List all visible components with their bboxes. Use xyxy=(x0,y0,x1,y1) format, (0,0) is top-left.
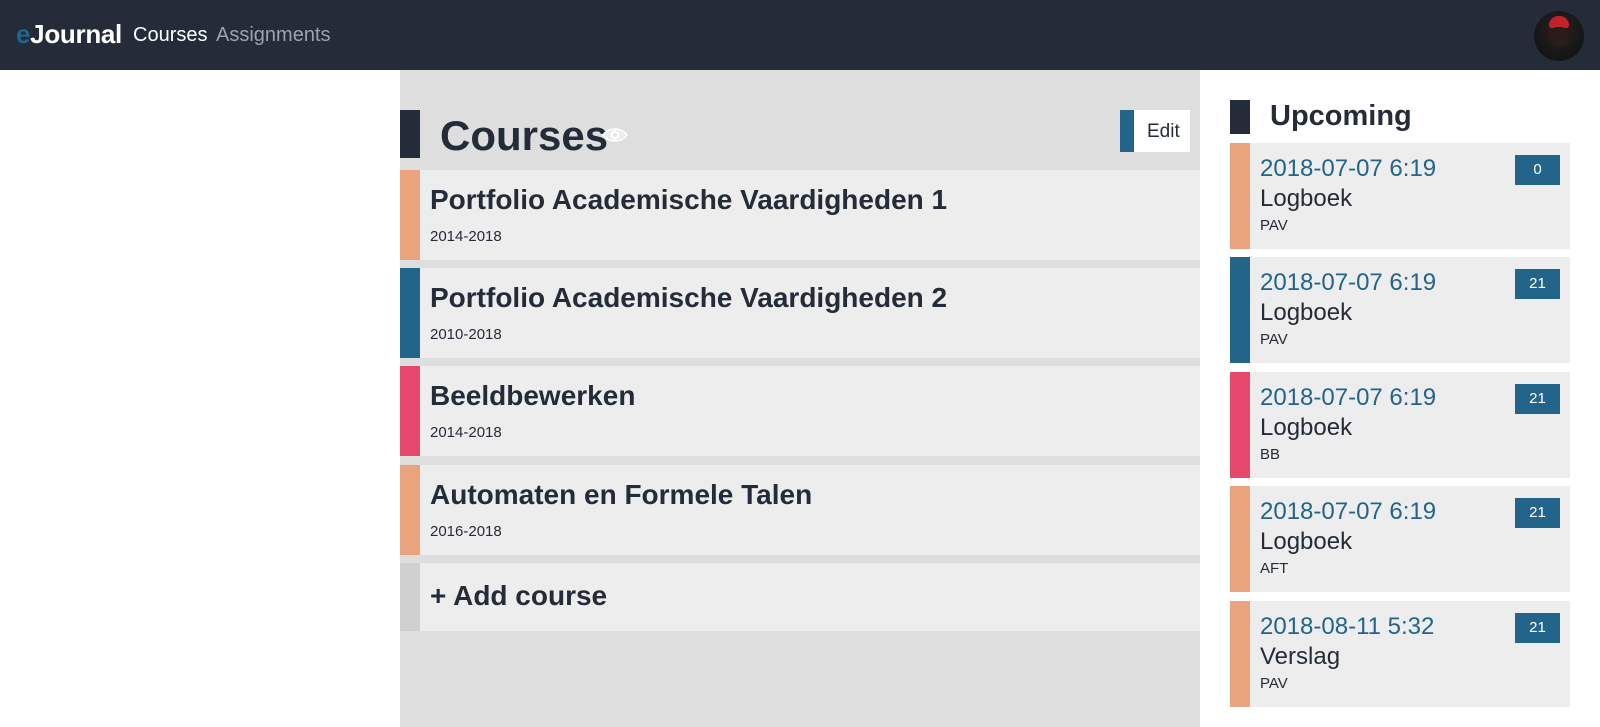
deadline-name: Logboek xyxy=(1260,528,1353,555)
brand-logo-e: e xyxy=(16,19,31,49)
add-course-button[interactable]: + Add course xyxy=(400,563,1200,631)
deadline-color-stripe xyxy=(1230,372,1250,478)
deadline-card[interactable]: 2018-07-07 6:19 Logboek PAV 21 xyxy=(1230,257,1570,363)
deadline-course-code: BB xyxy=(1260,446,1281,463)
eye-icon[interactable] xyxy=(602,126,628,144)
deadline-count-badge: 21 xyxy=(1515,384,1560,414)
deadline-color-stripe xyxy=(1230,601,1250,707)
deadline-course-code: AFT xyxy=(1260,560,1289,577)
course-color-stripe xyxy=(400,268,420,358)
course-card[interactable]: Automaten en Formele Talen 2016-2018 xyxy=(400,465,1200,555)
course-years: 2016-2018 xyxy=(430,523,502,540)
brand-logo-text: Journal xyxy=(30,19,122,49)
user-avatar[interactable] xyxy=(1534,11,1584,61)
course-name: Beeldbewerken xyxy=(430,380,636,411)
deadline-name: Logboek xyxy=(1260,185,1353,212)
edit-button-label: Edit xyxy=(1147,121,1180,142)
deadline-color-stripe xyxy=(1230,143,1250,249)
deadline-name: Logboek xyxy=(1260,299,1353,326)
brand-logo[interactable]: eJournal xyxy=(16,19,122,50)
nav-link-assignments[interactable]: Assignments xyxy=(216,24,331,47)
deadline-name: Logboek xyxy=(1260,414,1353,441)
deadline-count-badge: 21 xyxy=(1515,498,1560,528)
deadline-card[interactable]: 2018-07-07 6:19 Logboek PAV 0 xyxy=(1230,143,1570,249)
upcoming-title: Upcoming xyxy=(1270,100,1412,132)
page-title: Courses xyxy=(440,112,609,159)
top-navbar: eJournal Courses Assignments xyxy=(0,0,1600,70)
deadline-course-code: PAV xyxy=(1260,675,1288,692)
title-accent-bar xyxy=(400,110,420,158)
course-card[interactable]: Portfolio Academische Vaardigheden 1 201… xyxy=(400,170,1200,260)
deadline-course-code: PAV xyxy=(1260,331,1288,348)
course-name: Automaten en Formele Talen xyxy=(430,479,813,510)
deadline-count-badge: 0 xyxy=(1515,155,1560,185)
deadline-card[interactable]: 2018-07-07 6:19 Logboek BB 21 xyxy=(1230,372,1570,478)
deadline-date: 2018-07-07 6:19 xyxy=(1260,269,1437,296)
nav-link-courses[interactable]: Courses xyxy=(133,24,207,47)
deadline-date: 2018-07-07 6:19 xyxy=(1260,498,1437,525)
deadline-course-code: PAV xyxy=(1260,217,1288,234)
deadline-color-stripe xyxy=(1230,257,1250,363)
deadline-date: 2018-07-07 6:19 xyxy=(1260,155,1437,182)
deadline-count-badge: 21 xyxy=(1515,613,1560,643)
course-color-stripe xyxy=(400,465,420,555)
course-name: Portfolio Academische Vaardigheden 2 xyxy=(430,282,948,313)
upcoming-accent-bar xyxy=(1230,100,1250,134)
course-card[interactable]: Beeldbewerken 2014-2018 xyxy=(400,366,1200,456)
course-color-stripe xyxy=(400,170,420,260)
deadline-date: 2018-08-11 5:32 xyxy=(1260,613,1435,640)
add-course-stripe xyxy=(400,563,420,631)
course-years: 2014-2018 xyxy=(430,424,502,441)
deadline-name: Verslag xyxy=(1260,643,1341,670)
courses-panel: Courses Edit Portfolio Academische Vaard… xyxy=(400,70,1200,727)
course-years: 2010-2018 xyxy=(430,326,502,343)
edit-button[interactable]: Edit xyxy=(1120,110,1190,152)
course-color-stripe xyxy=(400,366,420,456)
course-name: Portfolio Academische Vaardigheden 1 xyxy=(430,184,948,215)
deadline-count-badge: 21 xyxy=(1515,269,1560,299)
deadline-color-stripe xyxy=(1230,486,1250,592)
course-card[interactable]: Portfolio Academische Vaardigheden 2 201… xyxy=(400,268,1200,358)
avatar-face-shape xyxy=(1550,27,1568,47)
add-course-label: + Add course xyxy=(430,580,608,611)
deadline-card[interactable]: 2018-07-07 6:19 Logboek AFT 21 xyxy=(1230,486,1570,592)
deadline-card[interactable]: 2018-08-11 5:32 Verslag PAV 21 xyxy=(1230,601,1570,707)
course-years: 2014-2018 xyxy=(430,228,502,245)
deadline-date: 2018-07-07 6:19 xyxy=(1260,384,1437,411)
edit-button-stripe xyxy=(1120,110,1134,152)
